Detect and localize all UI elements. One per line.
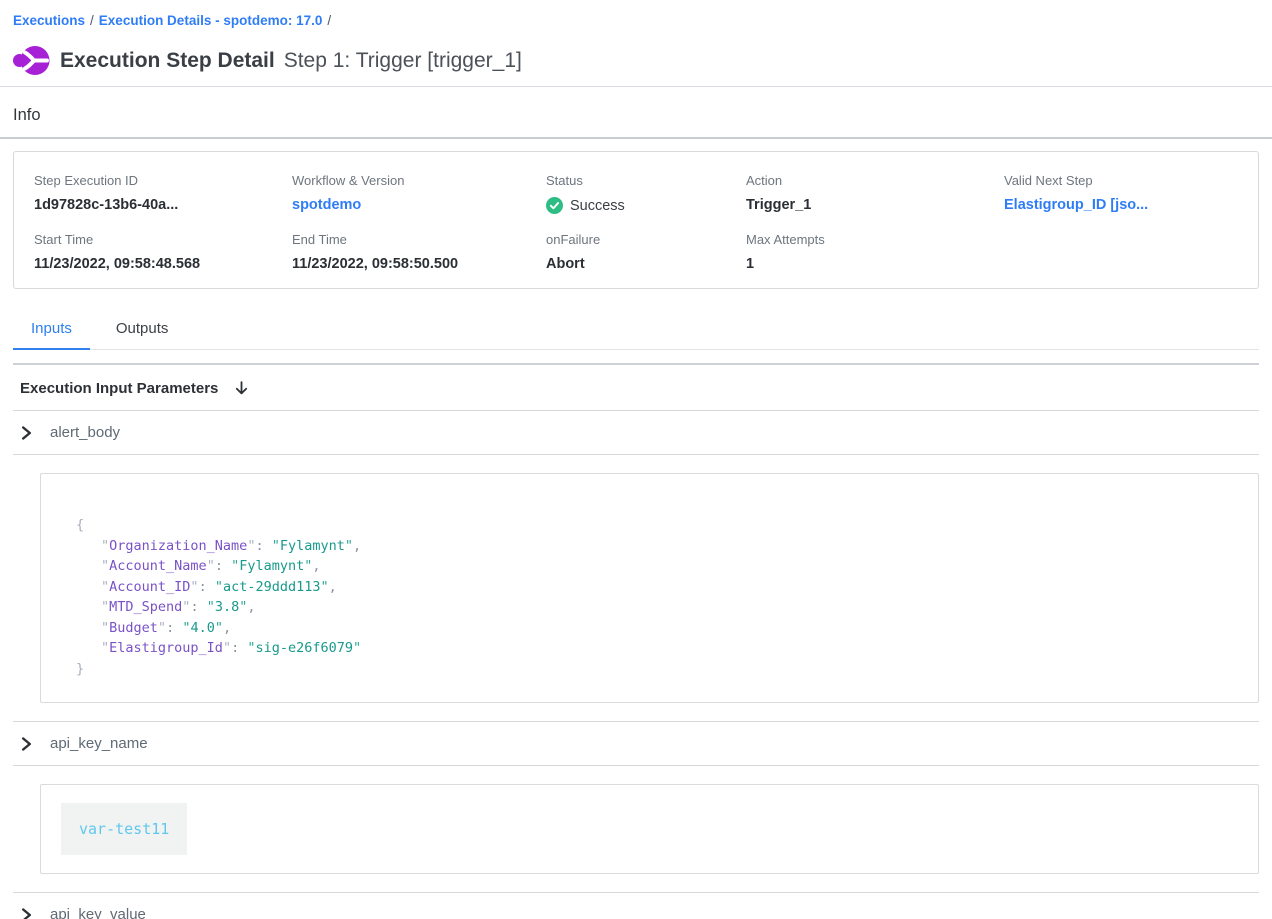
field-empty [1004, 232, 1238, 272]
code-line: Account_IDact-29ddd113 [76, 577, 1238, 598]
workflow-link[interactable]: spotdemo [292, 197, 546, 213]
field-value: 11/23/2022, 09:58:50.500 [292, 256, 546, 272]
field-value: Abort [546, 256, 746, 272]
code-line: Organization_NameFylamynt [76, 536, 1238, 557]
field-status: Status Success [546, 173, 746, 214]
param-row-api-key-value[interactable]: api_key_value [13, 893, 1259, 919]
param-row-alert-body[interactable]: alert_body [13, 411, 1259, 454]
field-label: Status [546, 173, 746, 188]
chevron-right-icon [21, 908, 33, 919]
divider [0, 137, 1272, 139]
breadcrumb-separator: / [85, 13, 99, 28]
field-label: Action [746, 173, 1004, 188]
chevron-right-icon [21, 737, 33, 751]
field-label: Step Execution ID [34, 173, 292, 188]
field-workflow-version: Workflow & Version spotdemo [292, 173, 546, 214]
code-line: Elastigroup_Idsig-e26f6079 [76, 638, 1238, 659]
field-label: Max Attempts [746, 232, 1004, 247]
code-line: Budget4.0 [76, 618, 1238, 639]
field-max-attempts: Max Attempts 1 [746, 232, 1004, 272]
breadcrumb-separator: / [322, 13, 336, 28]
alert-body-value-panel: { Organization_NameFylamynt Account_Name… [40, 473, 1259, 703]
breadcrumb: Executions/Execution Details - spotdemo:… [13, 0, 1259, 28]
param-row-api-key-name[interactable]: api_key_name [13, 722, 1259, 765]
param-label: alert_body [50, 424, 120, 441]
param-label: api_key_value [50, 906, 146, 919]
success-check-icon [546, 197, 563, 214]
breadcrumb-link-execution-details[interactable]: Execution Details - spotdemo: 17.0 [99, 13, 323, 28]
field-action: Action Trigger_1 [746, 173, 1004, 214]
code-line: Account_NameFylamynt [76, 556, 1238, 577]
field-on-failure: onFailure Abort [546, 232, 746, 272]
code-line: { [76, 515, 1238, 536]
info-card: Step Execution ID 1d97828c-13b6-40a... W… [13, 151, 1259, 289]
code-line: MTD_Spend3.8 [76, 597, 1238, 618]
field-valid-next-step: Valid Next Step Elastigroup_ID [jso... [1004, 173, 1238, 214]
field-step-execution-id: Step Execution ID 1d97828c-13b6-40a... [34, 173, 292, 214]
divider [13, 454, 1259, 455]
field-value: 1d97828c-13b6-40a... [34, 197, 292, 213]
value-chip: var-test11 [61, 803, 187, 855]
valid-next-step-link[interactable]: Elastigroup_ID [jso... [1004, 197, 1238, 213]
divider [0, 86, 1272, 87]
code-line: } [76, 659, 1238, 680]
fylamynt-logo-icon [13, 45, 50, 76]
field-label: Start Time [34, 232, 292, 247]
page-subtitle: Step 1: Trigger [trigger_1] [284, 49, 522, 73]
tab-outputs[interactable]: Outputs [98, 311, 187, 349]
field-label: Valid Next Step [1004, 173, 1238, 188]
field-start-time: Start Time 11/23/2022, 09:58:48.568 [34, 232, 292, 272]
param-label: api_key_name [50, 735, 148, 752]
tab-inputs[interactable]: Inputs [13, 311, 90, 350]
chevron-right-icon [21, 426, 33, 440]
inputs-section-header: Execution Input Parameters [13, 365, 1259, 410]
api-key-name-value-panel: var-test11 [40, 784, 1259, 874]
field-end-time: End Time 11/23/2022, 09:58:50.500 [292, 232, 546, 272]
field-label: onFailure [546, 232, 746, 247]
section-title: Execution Input Parameters [20, 380, 218, 397]
page-header: Execution Step Detail Step 1: Trigger [t… [13, 45, 1259, 76]
field-label: Workflow & Version [292, 173, 546, 188]
field-value: 11/23/2022, 09:58:48.568 [34, 256, 292, 272]
info-heading: Info [13, 106, 1259, 125]
field-value: 1 [746, 256, 1004, 272]
field-value: Trigger_1 [746, 197, 1004, 213]
status-badge: Success [546, 197, 746, 214]
arrow-down-icon[interactable] [233, 380, 250, 397]
info-grid: Step Execution ID 1d97828c-13b6-40a... W… [34, 173, 1238, 272]
status-text: Success [570, 198, 625, 214]
field-label: End Time [292, 232, 546, 247]
page-title: Execution Step Detail [60, 49, 275, 73]
page: Executions/Execution Details - spotdemo:… [13, 0, 1259, 76]
breadcrumb-link-executions[interactable]: Executions [13, 13, 85, 28]
tabbar: Inputs Outputs [13, 311, 1259, 350]
divider [13, 765, 1259, 766]
json-code-block: { Organization_NameFylamynt Account_Name… [76, 515, 1238, 679]
